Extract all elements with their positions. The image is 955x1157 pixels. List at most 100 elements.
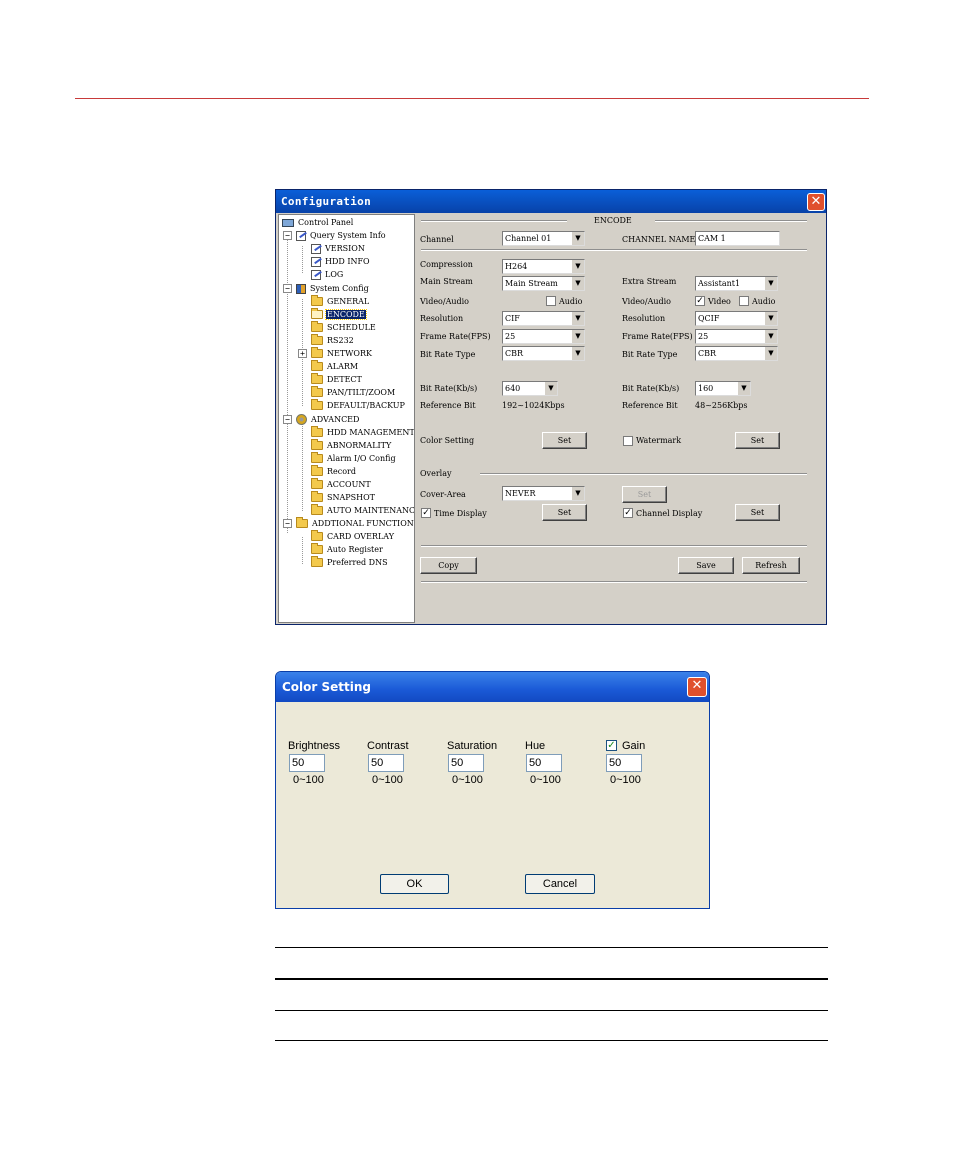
bit-rate-value: 640 <box>505 384 521 393</box>
folder-icon <box>311 452 323 463</box>
main-stream-select[interactable]: Main Stream ▼ <box>502 276 585 291</box>
channel-name-input[interactable]: CAM 1 <box>695 231 780 246</box>
gain-input[interactable]: 50 <box>606 754 642 772</box>
folder-icon <box>311 478 323 489</box>
tree-item-record[interactable]: Record <box>311 465 357 478</box>
tree-item-hdd-management[interactable]: HDD MANAGEMENT <box>311 426 414 439</box>
tree-item-network[interactable]: NETWORK <box>311 347 373 360</box>
chevron-down-icon: ▼ <box>571 487 584 500</box>
chevron-down-icon: ▼ <box>571 277 584 290</box>
refresh-button[interactable]: Refresh <box>742 557 800 574</box>
section-divider <box>421 249 807 251</box>
extra-video-checkbox[interactable]: ✓ <box>695 296 705 306</box>
dialog-title: Color Setting <box>282 680 372 694</box>
extra-reference-bit-value: 48~256Kbps <box>695 401 748 410</box>
configuration-titlebar[interactable]: Configuration ✕ <box>276 190 826 213</box>
tree-item-alarm-io-config[interactable]: Alarm I/O Config <box>311 452 397 465</box>
tree-item-version[interactable]: VERSION <box>311 242 366 255</box>
tree-item-pan-tilt-zoom[interactable]: PAN/TILT/ZOOM <box>311 386 396 399</box>
tree-item-label: Preferred DNS <box>327 558 388 567</box>
time-display-set-button[interactable]: Set <box>542 504 587 521</box>
section-divider <box>421 581 807 583</box>
channel-value: Channel 01 <box>505 234 552 243</box>
collapse-icon[interactable]: − <box>283 231 292 240</box>
section-divider <box>480 473 807 475</box>
extra-bit-rate-value: 160 <box>698 384 714 393</box>
frame-rate-select[interactable]: 25 ▼ <box>502 329 585 344</box>
folder-icon <box>311 530 323 541</box>
watermark-checkbox[interactable] <box>623 436 633 446</box>
color-setting-titlebar[interactable]: Color Setting ✕ <box>276 672 709 702</box>
tree-item-alarm[interactable]: ALARM <box>311 360 359 373</box>
extra-resolution-select[interactable]: QCIF ▼ <box>695 311 778 326</box>
tree-item-label: System Config <box>310 284 369 293</box>
tree-item-encode[interactable]: ENCODE <box>311 308 367 321</box>
contrast-input[interactable]: 50 <box>368 754 404 772</box>
tree-item-label: ALARM <box>327 362 359 371</box>
hue-input[interactable]: 50 <box>526 754 562 772</box>
tree-item-account[interactable]: ACCOUNT <box>311 478 372 491</box>
extra-bit-rate-type-label: Bit Rate Type <box>622 350 678 359</box>
section-divider <box>655 220 807 222</box>
window-title: Configuration <box>281 195 371 208</box>
saturation-input[interactable]: 50 <box>448 754 484 772</box>
tree-item-additional-function[interactable]: ADDTIONAL FUNCTION <box>296 517 414 530</box>
tree-item-default-backup[interactable]: DEFAULT/BACKUP <box>311 399 406 412</box>
extra-stream-value: Assistant1 <box>698 279 741 288</box>
collapse-icon[interactable]: − <box>283 284 292 293</box>
extra-bit-rate-label: Bit Rate(Kb/s) <box>622 384 680 393</box>
tree-item-detect[interactable]: DETECT <box>311 373 363 386</box>
tree-item-hdd-info[interactable]: HDD INFO <box>311 255 371 268</box>
tree-item-label: PAN/TILT/ZOOM <box>327 388 396 397</box>
color-setting-set-button[interactable]: Set <box>542 432 587 449</box>
tree-item-auto-register[interactable]: Auto Register <box>311 543 384 556</box>
tree-item-query-system-info[interactable]: Query System Info <box>296 229 387 242</box>
main-stream-value: Main Stream <box>505 279 558 288</box>
channel-select[interactable]: Channel 01 ▼ <box>502 231 585 246</box>
ok-button[interactable]: OK <box>380 874 449 894</box>
cancel-button[interactable]: Cancel <box>525 874 595 894</box>
bit-rate-select[interactable]: 640 ▼ <box>502 381 558 396</box>
extra-bit-rate-select[interactable]: 160 ▼ <box>695 381 751 396</box>
tree-item-snapshot[interactable]: SNAPSHOT <box>311 491 376 504</box>
watermark-set-button[interactable]: Set <box>735 432 780 449</box>
hue-label: Hue <box>525 740 546 752</box>
tree-item-preferred-dns[interactable]: Preferred DNS <box>311 556 389 569</box>
time-display-checkbox[interactable]: ✓ <box>421 508 431 518</box>
brightness-input[interactable]: 50 <box>289 754 325 772</box>
gain-checkbox[interactable]: ✓ <box>606 740 617 751</box>
copy-button[interactable]: Copy <box>420 557 477 574</box>
collapse-icon[interactable]: − <box>283 519 292 528</box>
tree-item-system-config[interactable]: System Config <box>296 282 370 295</box>
save-button[interactable]: Save <box>678 557 734 574</box>
document-icon <box>296 230 306 241</box>
cover-area-set-button[interactable]: Set <box>622 486 667 503</box>
resolution-select[interactable]: CIF ▼ <box>502 311 585 326</box>
tree-item-abnormality[interactable]: ABNORMALITY <box>311 439 392 452</box>
bit-rate-type-select[interactable]: CBR ▼ <box>502 346 585 361</box>
expand-icon[interactable]: + <box>298 349 307 358</box>
close-button[interactable]: ✕ <box>807 193 825 211</box>
tree-item-auto-maintenance[interactable]: AUTO MAINTENANCE <box>311 504 414 517</box>
chevron-down-icon: ▼ <box>571 330 584 343</box>
tree-item-log[interactable]: LOG <box>311 268 344 281</box>
channel-display-set-button[interactable]: Set <box>735 504 780 521</box>
tree-item-control-panel[interactable]: Control Panel <box>282 216 354 229</box>
tree-item-rs232[interactable]: RS232 <box>311 334 355 347</box>
tree-item-advanced[interactable]: ADVANCED <box>296 413 360 426</box>
extra-stream-select[interactable]: Assistant1 ▼ <box>695 276 778 291</box>
tree-item-general[interactable]: GENERAL <box>311 295 370 308</box>
tree-item-schedule[interactable]: SCHEDULE <box>311 321 377 334</box>
hue-range: 0~100 <box>530 774 561 786</box>
tree-item-card-overlay[interactable]: CARD OVERLAY <box>311 530 395 543</box>
channel-display-checkbox[interactable]: ✓ <box>623 508 633 518</box>
cover-area-select[interactable]: NEVER ▼ <box>502 486 585 501</box>
compression-select[interactable]: H264 ▼ <box>502 259 585 274</box>
close-button[interactable]: ✕ <box>687 677 707 697</box>
audio-checkbox[interactable] <box>546 296 556 306</box>
extra-audio-checkbox[interactable] <box>739 296 749 306</box>
collapse-icon[interactable]: − <box>283 415 292 424</box>
extra-resolution-label: Resolution <box>622 314 666 323</box>
extra-bit-rate-type-select[interactable]: CBR ▼ <box>695 346 778 361</box>
extra-frame-rate-select[interactable]: 25 ▼ <box>695 329 778 344</box>
